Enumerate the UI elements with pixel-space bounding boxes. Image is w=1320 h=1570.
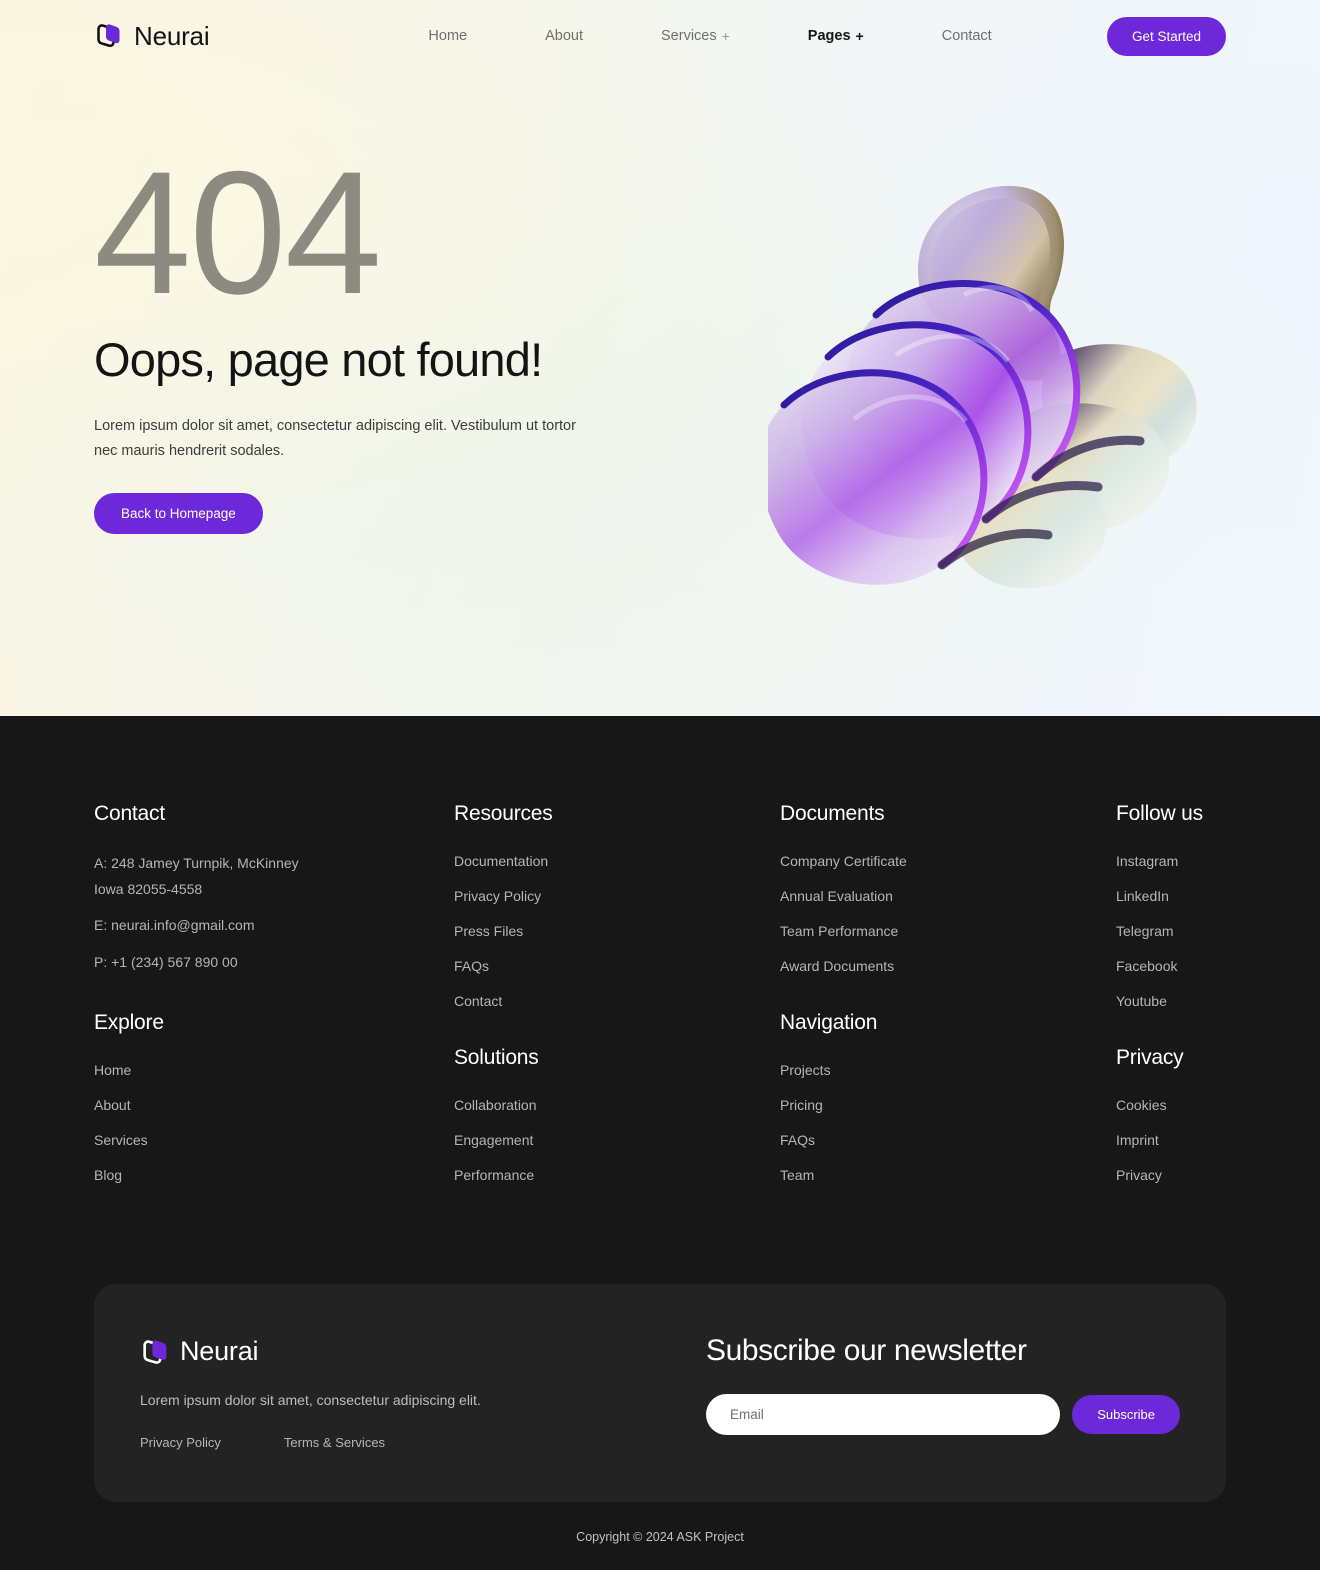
footer-heading-navigation: Navigation — [780, 1011, 878, 1034]
footer-address-line-2: Iowa 82055-4558 — [94, 880, 203, 897]
newsletter-tagline: Lorem ipsum dolor sit amet, consectetur … — [140, 1392, 481, 1408]
footer-link-engagement[interactable]: Engagement — [454, 1132, 533, 1148]
back-to-homepage-button[interactable]: Back to Homepage — [94, 492, 263, 534]
copyright-text: Copyright © 2024 ASK Project — [576, 1530, 744, 1544]
footer-link-pricing[interactable]: Pricing — [780, 1097, 823, 1113]
footer-link-about[interactable]: About — [94, 1097, 131, 1113]
plus-icon: + — [721, 28, 730, 44]
footer-link-privacy-policy[interactable]: Privacy Policy — [454, 888, 541, 904]
brand-logo-link[interactable]: Neurai — [94, 20, 210, 52]
footer-heading-follow-us: Follow us — [1116, 802, 1203, 825]
footer-link-projects[interactable]: Projects — [780, 1062, 831, 1078]
footer-phone[interactable]: P: +1 (234) 567 890 00 — [94, 952, 454, 974]
footer-link-cookies[interactable]: Cookies — [1116, 1097, 1167, 1113]
newsletter-brand-block: Neurai Lorem ipsum dolor sit amet, conse… — [140, 1332, 706, 1450]
main-nav: Home About Services + Pages + Contact — [389, 28, 1030, 44]
footer-link-team-performance[interactable]: Team Performance — [780, 923, 898, 939]
brand-name: Neurai — [134, 20, 210, 51]
footer-columns: Contact A: 248 Jamey Turnpik, McKinney I… — [94, 716, 1226, 1202]
neurai-loop-logo-icon — [94, 21, 124, 51]
footer-brand-name: Neurai — [180, 1336, 259, 1366]
footer-link-nav-faqs[interactable]: FAQs — [780, 1132, 815, 1148]
newsletter-form-block: Subscribe our newsletter Subscribe — [706, 1332, 1180, 1435]
footer-link-facebook[interactable]: Facebook — [1116, 958, 1177, 974]
footer-heading-solutions: Solutions — [454, 1046, 539, 1069]
footer-link-blog[interactable]: Blog — [94, 1167, 122, 1183]
footer-heading-contact: Contact — [94, 802, 165, 825]
footer-link-services[interactable]: Services — [94, 1132, 148, 1148]
get-started-button[interactable]: Get Started — [1106, 16, 1226, 56]
footer-link-home[interactable]: Home — [94, 1062, 131, 1078]
nav-item-contact[interactable]: Contact — [903, 28, 1031, 44]
footer-link-instagram[interactable]: Instagram — [1116, 853, 1178, 869]
legal-link-privacy-policy[interactable]: Privacy Policy — [140, 1435, 221, 1450]
newsletter-title: Subscribe our newsletter — [706, 1334, 1027, 1367]
nav-label: Contact — [941, 28, 992, 44]
footer-column-follow: Follow us Instagram LinkedIn Telegram Fa… — [1116, 802, 1203, 1202]
footer-heading-explore: Explore — [94, 1010, 164, 1034]
footer-brand[interactable]: Neurai — [140, 1336, 706, 1367]
footer-column-contact: Contact A: 248 Jamey Turnpik, McKinney I… — [94, 802, 454, 1202]
footer-column-resources: Resources Documentation Privacy Policy P… — [454, 802, 780, 1202]
footer-link-linkedin[interactable]: LinkedIn — [1116, 888, 1169, 904]
footer-column-documents: Documents Company Certificate Annual Eva… — [780, 802, 1116, 1202]
footer-heading-documents: Documents — [780, 802, 885, 825]
footer-address-line-1: A: 248 Jamey Turnpik, McKinney — [94, 855, 299, 871]
footer-link-faqs[interactable]: FAQs — [454, 958, 489, 974]
footer-heading-resources: Resources — [454, 802, 553, 825]
nav-label: Pages — [807, 28, 851, 44]
footer-link-privacy[interactable]: Privacy — [1116, 1167, 1162, 1183]
site-footer: Contact A: 248 Jamey Turnpik, McKinney I… — [0, 716, 1320, 1570]
footer-link-documentation[interactable]: Documentation — [454, 853, 548, 869]
footer-link-contact[interactable]: Contact — [454, 993, 502, 1009]
footer-link-collaboration[interactable]: Collaboration — [454, 1097, 537, 1113]
footer-link-team[interactable]: Team — [780, 1167, 814, 1183]
footer-heading-privacy: Privacy — [1116, 1046, 1184, 1069]
subscribe-button[interactable]: Subscribe — [1072, 1395, 1180, 1434]
error-code: 404 — [94, 136, 382, 331]
footer-link-imprint[interactable]: Imprint — [1116, 1132, 1159, 1148]
newsletter-card: Neurai Lorem ipsum dolor sit amet, conse… — [94, 1284, 1226, 1502]
footer-link-performance[interactable]: Performance — [454, 1167, 534, 1183]
nav-label: About — [545, 28, 583, 44]
plus-icon: + — [855, 28, 864, 44]
hero-content: 404 Oops, page not found! Lorem ipsum do… — [0, 136, 1320, 534]
page-title: Oops, page not found! — [94, 333, 543, 386]
hero-description: Lorem ipsum dolor sit amet, consectetur … — [94, 418, 576, 459]
footer-link-telegram[interactable]: Telegram — [1116, 923, 1174, 939]
footer-email[interactable]: E: neurai.info@gmail.com — [94, 915, 454, 937]
nav-label: Services — [661, 28, 717, 44]
footer-link-company-certificate[interactable]: Company Certificate — [780, 853, 907, 869]
nav-label: Home — [428, 28, 468, 44]
footer-link-press-files[interactable]: Press Files — [454, 923, 523, 939]
nav-item-about[interactable]: About — [506, 28, 622, 44]
footer-link-annual-evaluation[interactable]: Annual Evaluation — [780, 888, 893, 904]
footer-link-award-documents[interactable]: Award Documents — [780, 958, 894, 974]
nav-item-home[interactable]: Home — [389, 28, 506, 44]
nav-item-services[interactable]: Services + — [622, 28, 769, 44]
hero-section: Neurai Home About Services + Pages + Con… — [0, 0, 1320, 716]
email-input[interactable] — [706, 1394, 1061, 1435]
newsletter-form: Subscribe — [706, 1394, 1180, 1435]
nav-item-pages[interactable]: Pages + — [769, 28, 903, 44]
top-navbar: Neurai Home About Services + Pages + Con… — [0, 0, 1320, 72]
neurai-loop-logo-icon — [140, 1337, 170, 1367]
footer-link-youtube[interactable]: Youtube — [1116, 993, 1167, 1009]
legal-link-terms-services[interactable]: Terms & Services — [284, 1435, 385, 1450]
newsletter-legal-links: Privacy Policy Terms & Services — [140, 1435, 706, 1450]
